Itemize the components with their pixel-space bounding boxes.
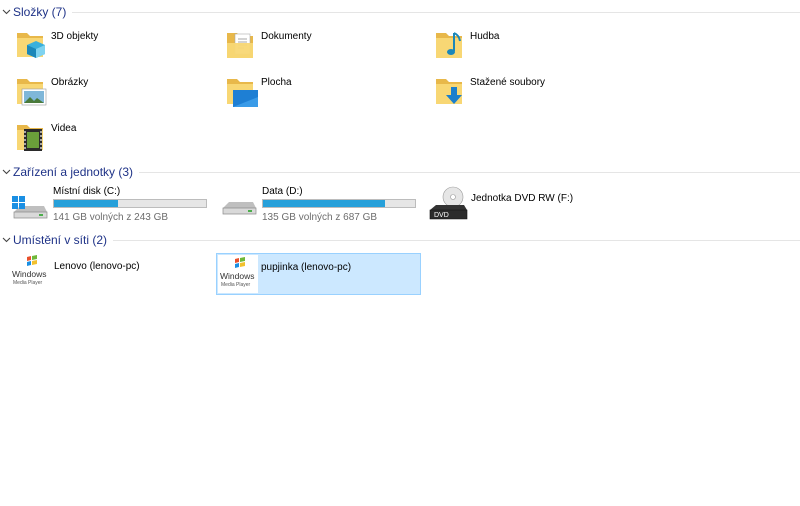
drive-usage-fill [54, 200, 118, 207]
drive-label: Jednotka DVD RW (F:) [471, 193, 574, 204]
chevron-down-icon[interactable] [1, 7, 11, 17]
wmp-logo-subtext: Media Player [13, 280, 43, 286]
chevron-down-icon[interactable] [1, 235, 11, 245]
music-folder-icon [433, 27, 467, 66]
folder-pictures[interactable]: Obrázky [14, 73, 219, 115]
drive-free-space: 141 GB volných z 243 GB [53, 212, 169, 223]
folder-label: Obrázky [51, 77, 89, 88]
group-title: Umístění v síti (2) [13, 233, 108, 247]
desktop-folder-icon [224, 73, 258, 112]
folder-label: Videa [51, 123, 77, 134]
wmp-logo-text: Windows [220, 271, 254, 281]
wmp-logo-subtext: Media Player [221, 282, 251, 288]
folder-label: 3D objekty [51, 31, 99, 42]
windows-media-player-icon: Windows Media Player [10, 253, 50, 294]
windows-drive-icon [10, 186, 48, 227]
wmp-logo-text: Windows [12, 269, 46, 279]
drive-label: Místní disk (C:) [53, 186, 121, 197]
drive-d[interactable]: Data (D:) 135 GB volných z 687 GB [219, 186, 424, 226]
folder-3d-objects[interactable]: 3D objekty [14, 27, 219, 69]
dvd-drive-icon: DVD [428, 186, 468, 227]
videos-folder-icon [14, 119, 48, 158]
downloads-folder-icon [433, 73, 467, 112]
folder-label: Stažené soubory [470, 77, 546, 88]
drive-usage-bar [53, 199, 207, 208]
group-header-folders[interactable]: Složky (7) [0, 3, 800, 21]
network-location-label: Lenovo (lenovo-pc) [54, 261, 140, 272]
hard-drive-icon [219, 186, 257, 227]
folder-label: Hudba [470, 31, 500, 42]
network-location-pupjinka[interactable]: Windows Media Player pupjinka (lenovo-pc… [216, 253, 421, 295]
dvd-logo-text: DVD [434, 212, 449, 219]
chevron-down-icon[interactable] [1, 167, 11, 177]
group-title: Zařízení a jednotky (3) [13, 165, 134, 179]
drive-free-space: 135 GB volných z 687 GB [262, 212, 378, 223]
folder-music[interactable]: Hudba [433, 27, 638, 69]
3d-objects-folder-icon [14, 27, 48, 66]
folder-documents[interactable]: Dokumenty [224, 27, 429, 69]
drive-c[interactable]: Místní disk (C:) 141 GB volných z 243 GB [10, 186, 215, 226]
group-title: Složky (7) [13, 5, 67, 19]
network-location-label: pupjinka (lenovo-pc) [261, 262, 352, 273]
network-location-lenovo[interactable]: Windows Media Player Lenovo (lenovo-pc) [10, 253, 215, 295]
drive-usage-bar [262, 199, 416, 208]
folder-desktop[interactable]: Plocha [224, 73, 429, 115]
group-divider [72, 11, 800, 13]
group-divider [139, 171, 800, 173]
group-header-devices[interactable]: Zařízení a jednotky (3) [0, 163, 800, 181]
group-header-network[interactable]: Umístění v síti (2) [0, 231, 800, 249]
group-divider [113, 239, 800, 241]
windows-media-player-icon: Windows Media Player [218, 255, 258, 293]
drive-usage-fill [263, 200, 385, 207]
documents-folder-icon [224, 27, 258, 66]
folder-downloads[interactable]: Stažené soubory [433, 73, 638, 115]
folder-videos[interactable]: Videa [14, 119, 219, 161]
folder-label: Dokumenty [261, 31, 312, 42]
pictures-folder-icon [14, 73, 48, 112]
drive-f-dvd[interactable]: DVD Jednotka DVD RW (F:) [428, 186, 633, 226]
drive-label: Data (D:) [262, 186, 303, 197]
folder-label: Plocha [261, 77, 292, 88]
